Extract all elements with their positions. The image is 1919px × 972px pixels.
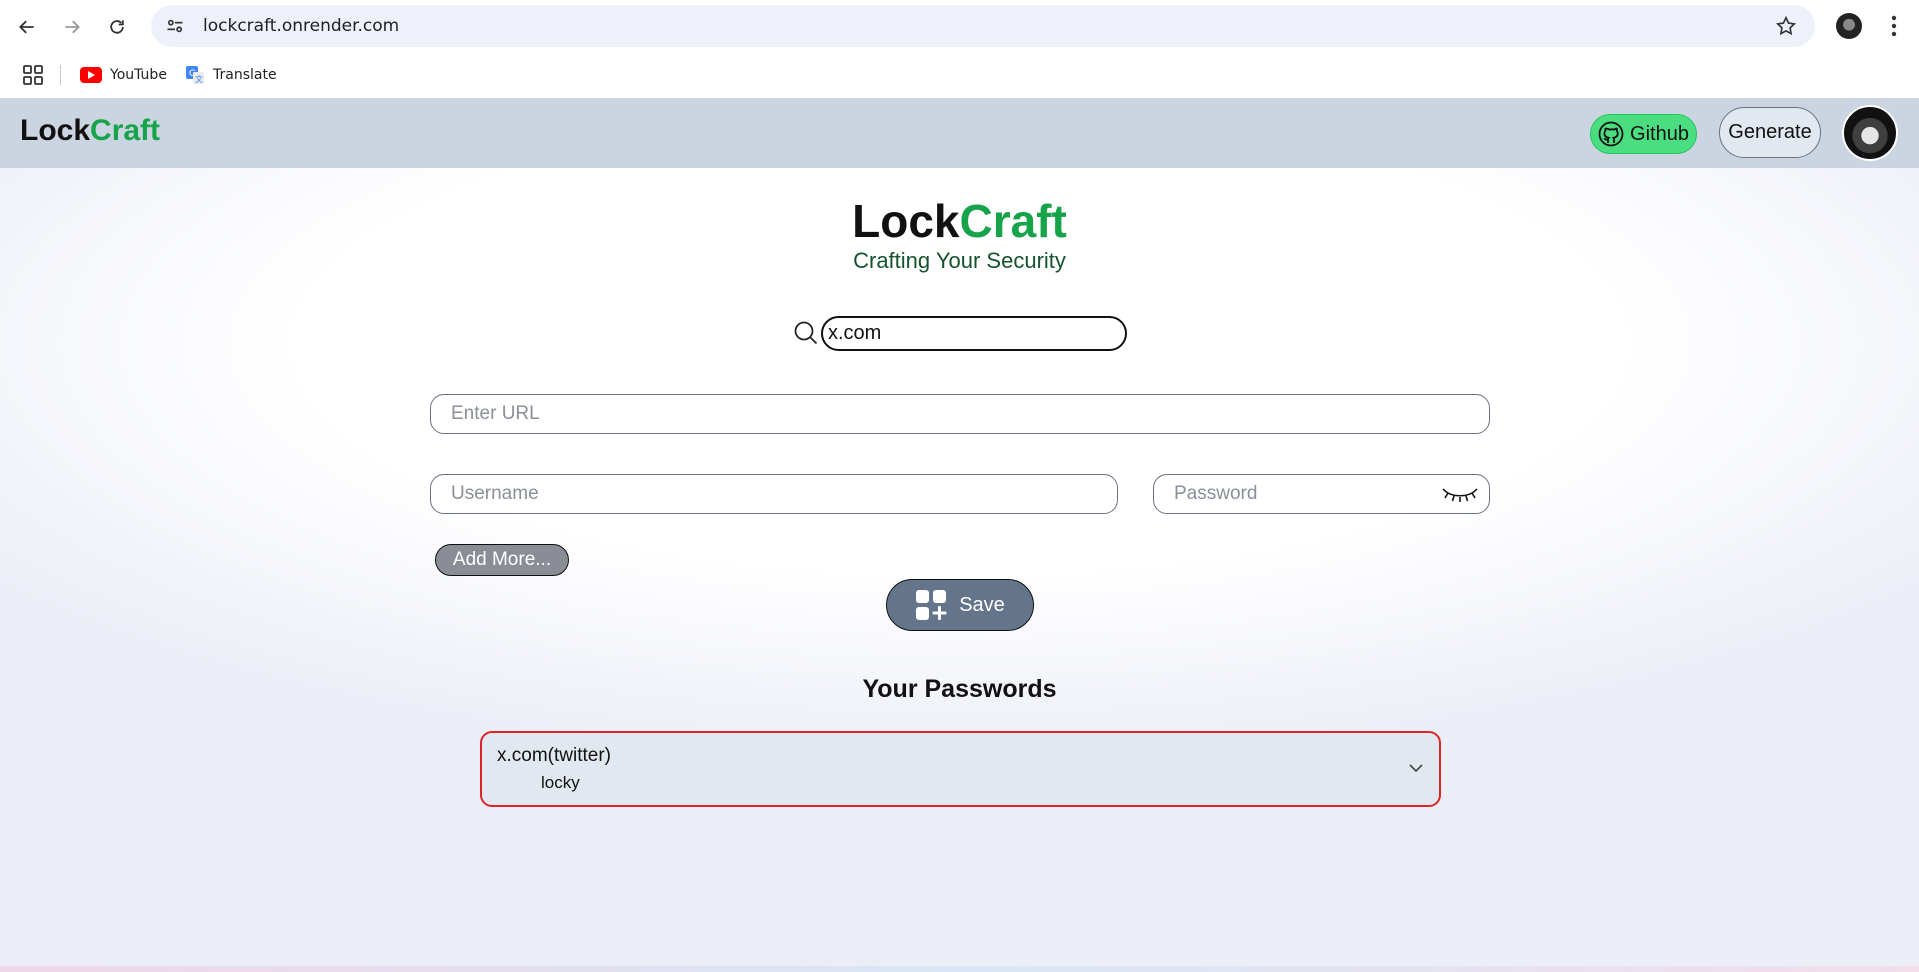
generate-label: Generate xyxy=(1728,121,1812,143)
forward-icon[interactable] xyxy=(55,10,89,44)
chevron-down-icon[interactable] xyxy=(1407,759,1425,777)
url-input[interactable] xyxy=(430,394,1490,434)
search-icon xyxy=(794,321,818,345)
username-input[interactable] xyxy=(430,474,1118,514)
svg-text:文: 文 xyxy=(195,74,203,84)
add-grid-icon xyxy=(916,590,947,620)
search-input[interactable] xyxy=(821,316,1127,351)
address-bar[interactable]: lockcraft.onrender.com xyxy=(151,5,1815,47)
add-more-label: Add More... xyxy=(452,549,552,570)
github-button[interactable]: Github xyxy=(1590,114,1697,154)
bookmark-star-icon[interactable] xyxy=(1775,15,1797,37)
hero-subtitle: Crafting Your Security xyxy=(853,248,1066,273)
passwords-section-title: Your Passwords xyxy=(862,675,1057,703)
browser-toolbar: lockcraft.onrender.com xyxy=(0,0,1919,53)
github-icon xyxy=(1598,121,1624,147)
page-bottom-edge xyxy=(0,966,1919,972)
user-avatar[interactable] xyxy=(1842,105,1898,161)
add-more-button[interactable]: Add More... xyxy=(435,544,569,576)
navbar-logo[interactable]: LockCraft xyxy=(20,114,160,148)
browser-profile-avatar[interactable] xyxy=(1836,13,1862,39)
bookmarks-divider xyxy=(60,65,61,85)
bookmark-label: YouTube xyxy=(110,67,167,83)
youtube-icon xyxy=(80,67,102,83)
logo-craft-text: Craft xyxy=(90,114,161,147)
browser-menu-icon[interactable] xyxy=(1884,12,1904,40)
main-content: LockCraft Crafting Your Security Add Mor… xyxy=(0,168,1919,966)
save-label: Save xyxy=(959,593,1005,616)
apps-grid-icon[interactable] xyxy=(22,64,44,86)
translate-icon: G 文 xyxy=(186,66,204,84)
hero-title-craft: Craft xyxy=(959,195,1067,247)
save-button[interactable]: Save xyxy=(886,579,1034,631)
hero-title-lock: Lock xyxy=(852,195,960,247)
hero-title: LockCraft xyxy=(0,194,1919,248)
generate-button[interactable]: Generate xyxy=(1719,107,1821,158)
github-label: Github xyxy=(1630,122,1689,145)
bookmarks-bar: YouTube G 文 Translate xyxy=(0,53,1919,97)
bookmark-youtube[interactable]: YouTube xyxy=(80,63,167,87)
bookmark-translate[interactable]: G 文 Translate xyxy=(185,63,277,87)
url-text[interactable]: lockcraft.onrender.com xyxy=(203,16,399,36)
back-icon[interactable] xyxy=(10,10,44,44)
password-item-site: x.com(twitter) xyxy=(497,745,611,766)
password-item[interactable]: x.com(twitter) locky xyxy=(480,731,1441,807)
app-navbar: LockCraft Github Generate xyxy=(0,98,1919,168)
password-item-username: locky xyxy=(541,773,580,792)
bookmark-label: Translate xyxy=(213,67,277,83)
eye-closed-icon[interactable] xyxy=(1440,483,1480,505)
logo-lock-text: Lock xyxy=(20,114,91,147)
site-info-icon[interactable] xyxy=(165,16,185,36)
reload-icon[interactable] xyxy=(100,10,134,44)
search-bar xyxy=(783,310,1136,356)
